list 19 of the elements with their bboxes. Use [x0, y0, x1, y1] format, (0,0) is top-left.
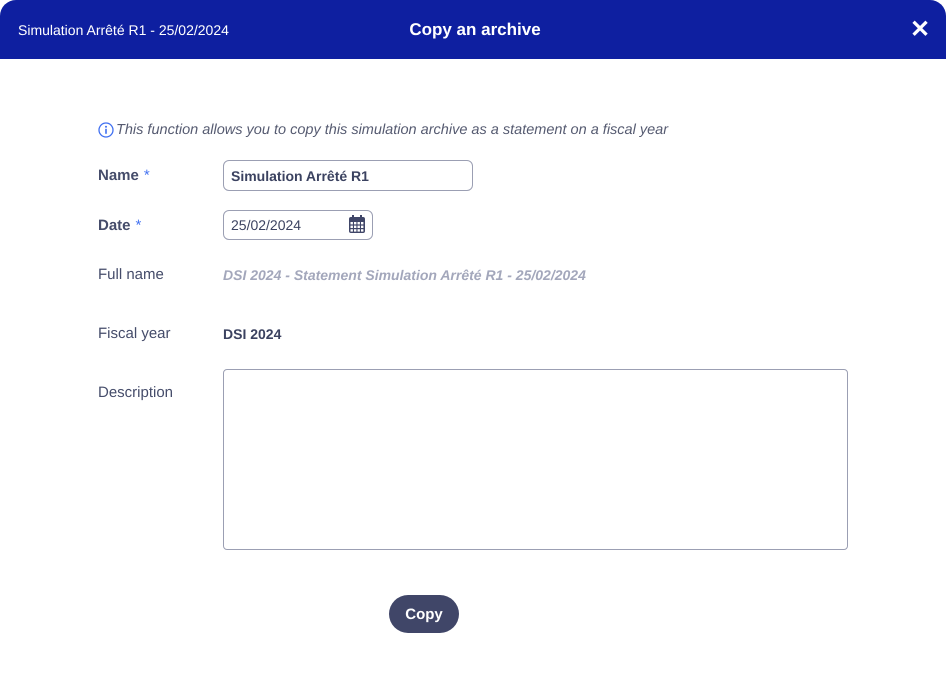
name-field[interactable]: Simulation Arrêté R1 — [223, 160, 473, 191]
required-mark: * — [136, 217, 142, 234]
field-label: Description — [98, 384, 174, 401]
copy-button[interactable]: Copy — [389, 595, 459, 633]
field-label: Name — [98, 167, 139, 184]
calendar-icon[interactable] — [348, 215, 366, 234]
close-button[interactable]: ✕ — [908, 15, 932, 44]
field-label: Date — [98, 217, 131, 234]
field-label: Fiscal year — [98, 325, 171, 342]
fiscal-year-value: DSI 2024 — [223, 325, 282, 342]
dialog-title: Copy an archive — [409, 20, 541, 40]
full-name-value: DSI 2024 - Statement Simulation Arrêté R1 - 25/02/2024 — [223, 266, 587, 283]
description-field[interactable] — [223, 369, 848, 550]
info-text: This function allows you to copy this simulation archive as a statement on a fiscal year — [116, 122, 668, 138]
date-field[interactable]: 25/02/2024 — [223, 210, 373, 240]
archive-subtitle: Simulation Arrêté R1 - 25/02/2024 — [18, 22, 230, 38]
required-mark: * — [144, 167, 150, 184]
field-label: Full name — [98, 266, 164, 283]
info-icon — [98, 122, 114, 138]
